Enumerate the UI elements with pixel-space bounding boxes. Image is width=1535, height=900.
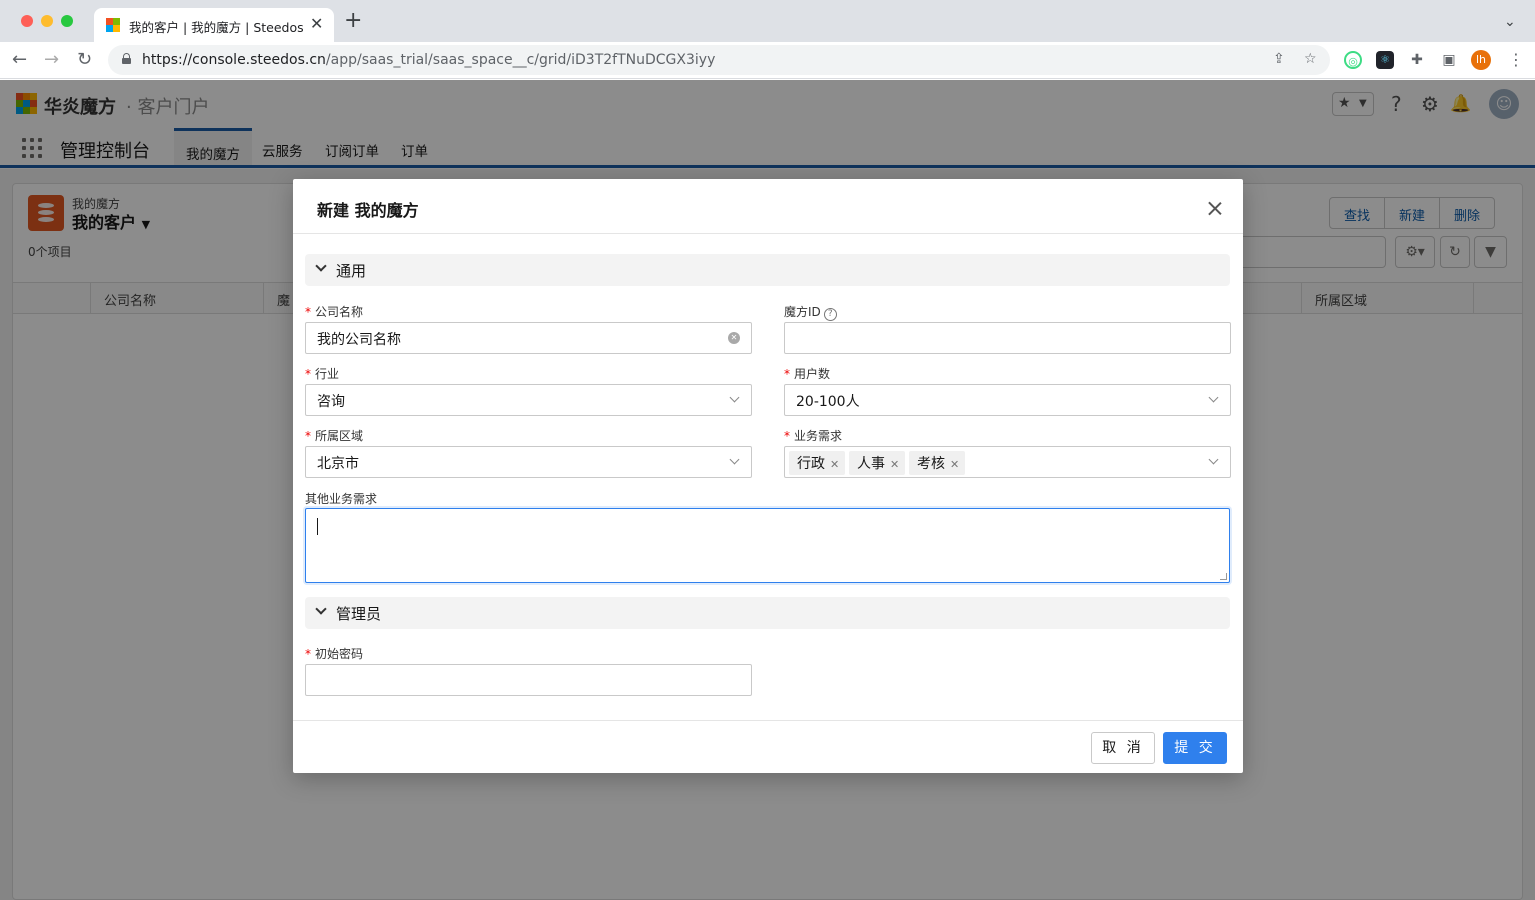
industry-select[interactable]: 咨询 xyxy=(305,384,752,416)
cube-id-label: 魔方ID? xyxy=(784,303,837,321)
region-value: 北京市 xyxy=(317,456,359,472)
forward-arrow-icon[interactable]: → xyxy=(44,50,59,70)
window-zoom-button[interactable] xyxy=(61,15,73,27)
resize-handle-icon[interactable] xyxy=(1220,573,1227,580)
steedos-favicon-icon xyxy=(106,18,120,32)
tag-remove-icon[interactable]: ✕ xyxy=(830,458,839,471)
window-minimize-button[interactable] xyxy=(41,15,53,27)
lock-icon[interactable] xyxy=(122,53,131,64)
tag-assessment: 考核 ✕ xyxy=(909,451,966,475)
company-name-input[interactable]: 我的公司名称 ✕ xyxy=(305,322,752,354)
url-text[interactable]: https://console.steedos.cn/app/saas_tria… xyxy=(142,52,715,68)
react-devtools-icon[interactable]: ⚛ xyxy=(1376,51,1394,69)
tag-remove-icon[interactable]: ✕ xyxy=(890,458,899,471)
region-select[interactable]: 北京市 xyxy=(305,446,752,478)
cancel-button[interactable]: 取 消 xyxy=(1091,732,1155,764)
chevron-down-icon xyxy=(729,454,740,465)
modal-footer: 取 消 提 交 xyxy=(293,720,1243,773)
initial-password-input[interactable] xyxy=(305,664,752,696)
url-path: /app/saas_trial/saas_space__c/grid/iD3T2… xyxy=(325,52,716,68)
new-record-modal: 新建 我的魔方 通用 * 公司名称 我的公司名称 ✕ 魔方ID? * 行业 咨询 *… xyxy=(293,179,1243,773)
new-tab-button[interactable]: + xyxy=(344,10,362,32)
business-needs-label: * 业务需求 xyxy=(784,429,843,443)
tag-hr: 人事 ✕ xyxy=(849,451,906,475)
address-bar[interactable]: https://console.steedos.cn/app/saas_tria… xyxy=(108,45,1330,75)
chevron-down-icon xyxy=(729,392,740,403)
puzzle-icon[interactable]: ✚ xyxy=(1408,51,1426,69)
reload-icon[interactable]: ↻ xyxy=(77,50,92,70)
extension-circle-icon[interactable]: ◎ xyxy=(1344,51,1362,69)
tag-admin: 行政 ✕ xyxy=(789,451,846,475)
company-name-label: * 公司名称 xyxy=(305,305,364,319)
text-caret xyxy=(317,518,318,535)
section-admin-label: 管理员 xyxy=(336,605,382,623)
business-needs-multiselect[interactable]: 行政 ✕ 人事 ✕ 考核 ✕ xyxy=(784,446,1231,478)
tab-search-chevron-icon[interactable]: ⌄ xyxy=(1504,14,1516,30)
industry-label: * 行业 xyxy=(305,367,340,381)
user-count-value: 20-100人 xyxy=(796,394,860,410)
section-general-label: 通用 xyxy=(336,262,367,280)
chevron-down-icon xyxy=(1208,392,1219,403)
industry-value: 咨询 xyxy=(317,394,345,410)
modal-header-divider xyxy=(293,233,1243,234)
help-circle-icon[interactable]: ? xyxy=(823,308,837,321)
share-icon[interactable]: ⇪ xyxy=(1273,51,1285,67)
url-host: https://console.steedos.cn xyxy=(142,52,326,68)
tab-close-icon[interactable]: ✕ xyxy=(310,14,323,33)
window-close-button[interactable] xyxy=(21,15,33,27)
section-admin[interactable]: 管理员 xyxy=(305,597,1230,629)
other-needs-textarea[interactable] xyxy=(305,508,1230,583)
browser-toolbar: ← → ↻ https://console.steedos.cn/app/saa… xyxy=(0,42,1535,79)
user-count-label: * 用户数 xyxy=(784,367,831,381)
clear-icon[interactable]: ✕ xyxy=(728,332,740,344)
sidebar-icon[interactable]: ▣ xyxy=(1440,51,1458,69)
user-count-select[interactable]: 20-100人 xyxy=(784,384,1231,416)
browser-tab[interactable]: 我的客户 | 我的魔方 | Steedos ✕ xyxy=(94,8,334,42)
region-label: * 所属区域 xyxy=(305,429,364,443)
browser-menu-icon[interactable]: ⋮ xyxy=(1508,50,1524,69)
company-name-value: 我的公司名称 xyxy=(317,332,401,348)
other-needs-label: 其他业务需求 xyxy=(305,492,378,506)
bookmark-star-icon[interactable]: ☆ xyxy=(1304,51,1317,67)
chevron-down-icon xyxy=(315,603,327,615)
section-general[interactable]: 通用 xyxy=(305,254,1230,286)
initial-password-label: * 初始密码 xyxy=(305,647,364,661)
browser-titlebar: 我的客户 | 我的魔方 | Steedos ✕ + ⌄ xyxy=(0,0,1535,42)
cube-id-input[interactable] xyxy=(784,322,1231,354)
close-icon[interactable] xyxy=(1205,199,1225,219)
tag-remove-icon[interactable]: ✕ xyxy=(950,458,959,471)
back-arrow-icon[interactable]: ← xyxy=(12,50,27,70)
profile-avatar[interactable]: lh xyxy=(1471,50,1491,70)
chevron-down-icon xyxy=(315,260,327,272)
tab-title: 我的客户 | 我的魔方 | Steedos xyxy=(129,20,304,35)
modal-title: 新建 我的魔方 xyxy=(317,201,419,220)
chevron-down-icon xyxy=(1208,454,1219,465)
submit-button[interactable]: 提 交 xyxy=(1163,732,1227,764)
